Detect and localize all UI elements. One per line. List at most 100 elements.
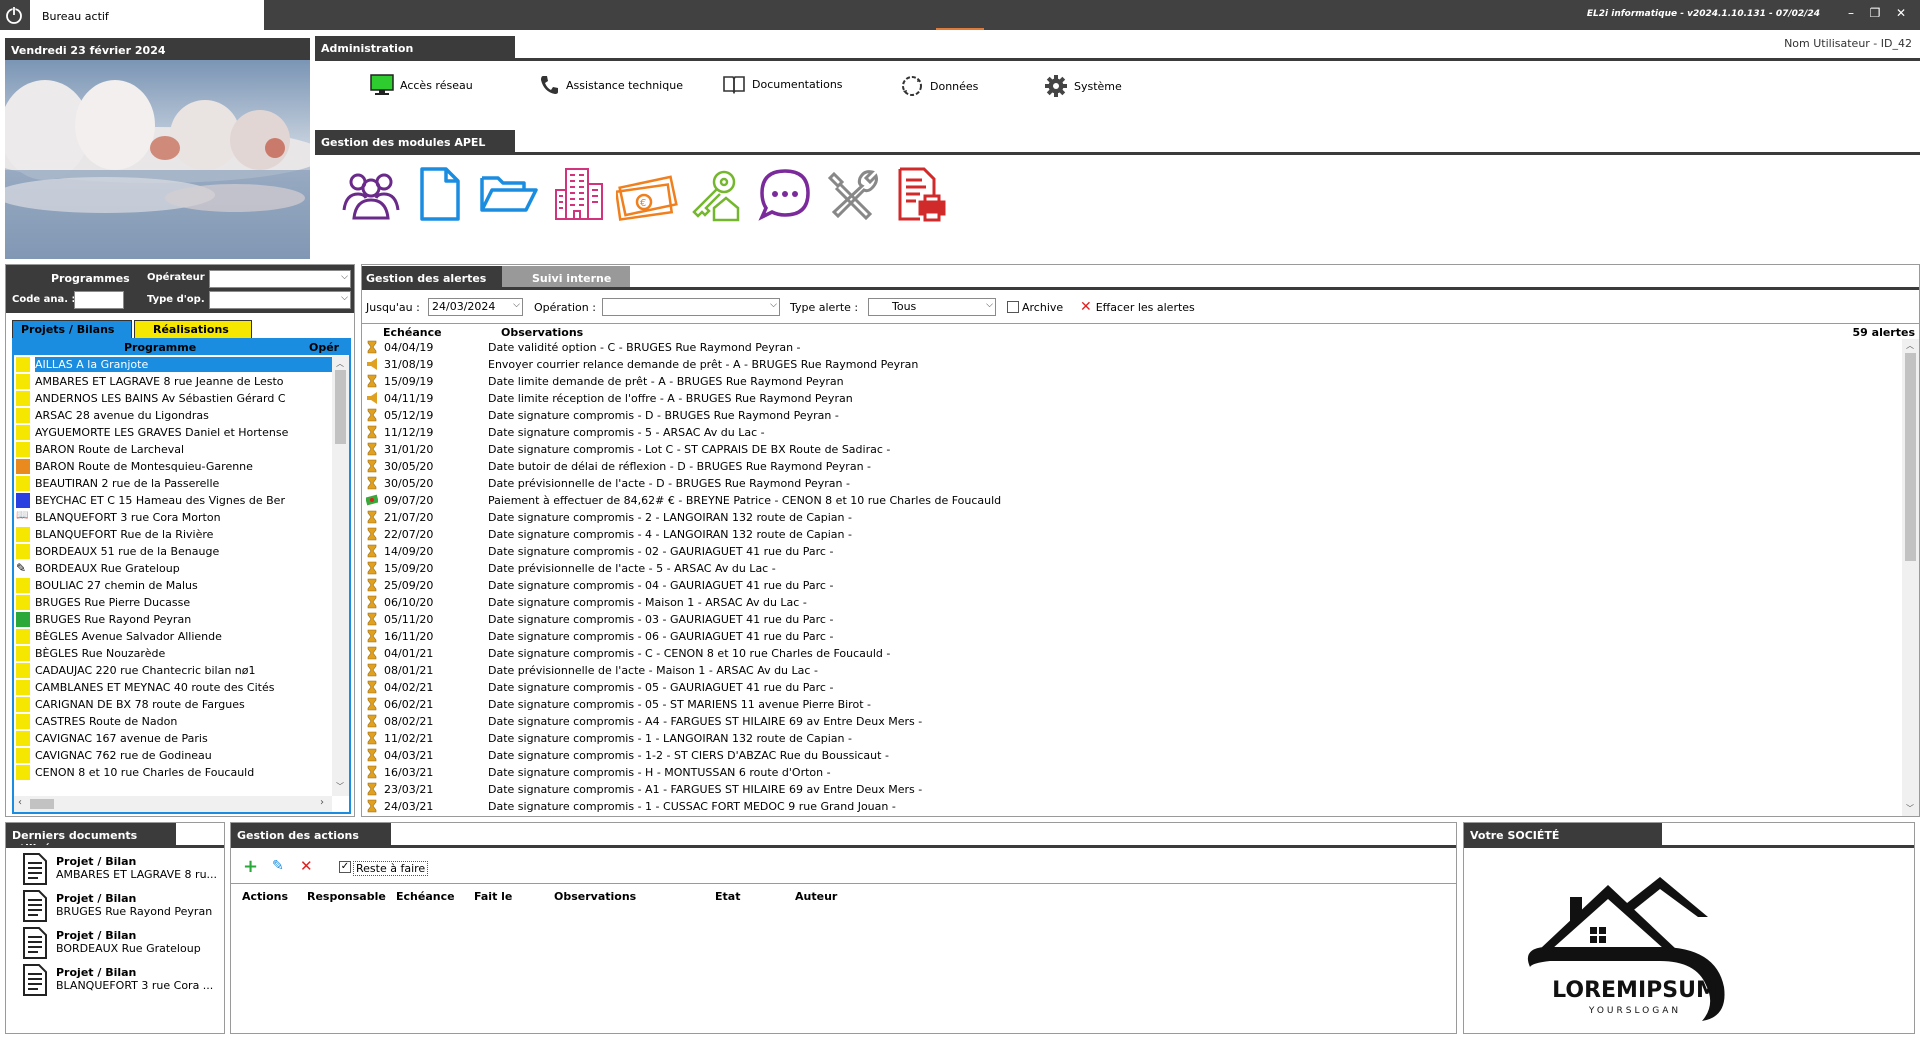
recent-doc-item[interactable]: Projet / Bilan BORDEAUX Rue Grateloup [16, 927, 221, 963]
alert-row[interactable]: 16/03/21 Date signature compromis - H - M… [362, 764, 1902, 781]
programme-row[interactable]: CAVIGNAC 762 rue de Godineau [14, 747, 332, 764]
alert-row[interactable]: 08/02/21 Date signature compromis - A4 - … [362, 713, 1902, 730]
admin-donnees[interactable]: Données [900, 74, 978, 98]
close-button[interactable]: ✕ [1892, 6, 1910, 24]
tab-realisations[interactable]: Réalisations [134, 320, 252, 338]
alerts-vscroll[interactable]: ︿ ﹀ [1902, 339, 1919, 816]
alert-row[interactable]: 08/01/21 Date prévisionnelle de l'acte - … [362, 662, 1902, 679]
programme-row[interactable]: BEAUTIRAN 2 rue de la Passerelle [14, 475, 332, 492]
jusquau-date-input[interactable]: 24/03/2024 ⌵ [428, 298, 523, 316]
alert-row[interactable]: 04/02/21 Date signature compromis - 05 - … [362, 679, 1902, 696]
programmes-hscroll[interactable]: ‹ › [14, 796, 332, 812]
document-icon[interactable] [408, 166, 470, 222]
programme-row[interactable]: BÈGLES Rue Nouzarède [14, 645, 332, 662]
restore-button[interactable]: ❐ [1866, 6, 1884, 24]
alert-row[interactable]: 04/11/19 Date limite réception de l'offre… [362, 390, 1902, 407]
alert-row[interactable]: 05/11/20 Date signature compromis - 03 - … [362, 611, 1902, 628]
programme-row[interactable]: BLANQUEFORT Rue de la Rivière [14, 526, 332, 543]
programme-row[interactable]: BARON Route de Montesquieu-Garenne [14, 458, 332, 475]
code-ana-input[interactable] [74, 291, 124, 309]
scroll-thumb[interactable] [1905, 353, 1916, 561]
alert-row[interactable]: 06/02/21 Date signature compromis - 05 - … [362, 696, 1902, 713]
alert-row[interactable]: 05/12/19 Date signature compromis - D - B… [362, 407, 1902, 424]
alert-row[interactable]: 24/03/21 Date signature compromis - 1 - C… [362, 798, 1902, 815]
programme-row[interactable]: CAMBLANES ET MEYNAC 40 route des Cités [14, 679, 332, 696]
programme-row[interactable]: ARSAC 28 avenue du Ligondras [14, 407, 332, 424]
programme-row[interactable]: BOULIAC 27 chemin de Malus [14, 577, 332, 594]
admin-assistance[interactable]: Assistance technique [538, 74, 683, 96]
alert-row[interactable]: 14/09/20 Date signature compromis - 02 - … [362, 543, 1902, 560]
alert-row[interactable]: 15/09/20 Date prévisionnelle de l'acte - … [362, 560, 1902, 577]
programme-row[interactable]: BRUGES Rue Rayond Peyran [14, 611, 332, 628]
admin-acces-reseau[interactable]: Accès réseau [370, 74, 473, 96]
programmes-vscroll[interactable]: ︿ ﹀ [332, 356, 349, 796]
chat-icon[interactable] [754, 166, 816, 222]
recent-doc-item[interactable]: Projet / Bilan BLANQUEFORT 3 rue Cora ... [16, 964, 221, 1000]
alert-row[interactable]: 15/09/19 Date limite demande de prêt - A … [362, 373, 1902, 390]
alert-row[interactable]: 11/02/21 Date signature compromis - 1 - L… [362, 730, 1902, 747]
programme-row[interactable]: AMBARES ET LAGRAVE 8 rue Jeanne de Lesto [14, 373, 332, 390]
programme-row[interactable]: AYGUEMORTE LES GRAVES Daniel et Hortense [14, 424, 332, 441]
alert-row[interactable]: 31/01/20 Date signature compromis - Lot C… [362, 441, 1902, 458]
alert-row[interactable]: 04/03/21 Date signature compromis - 1-2 -… [362, 747, 1902, 764]
alert-row[interactable]: 06/10/20 Date signature compromis - Maiso… [362, 594, 1902, 611]
programme-row[interactable]: ANDERNOS LES BAINS Av Sébastien Gérard C [14, 390, 332, 407]
power-button[interactable] [0, 0, 28, 30]
alert-row[interactable]: 30/05/20 Date butoir de délai de réflexio… [362, 458, 1902, 475]
programme-row[interactable]: CARIGNAN DE BX 78 route de Fargues [14, 696, 332, 713]
user-name: Nom Utilisateur - ID_42 [1784, 37, 1912, 50]
edit-action-button[interactable]: ✎ [272, 858, 284, 874]
alert-row[interactable]: 23/03/21 Date signature compromis - A1 - … [362, 781, 1902, 798]
tab-suivi-interne[interactable]: Suivi interne [502, 266, 630, 288]
delete-action-button[interactable]: ✕ [300, 857, 313, 875]
building-icon[interactable] [548, 166, 610, 222]
pdf-print-icon[interactable] [890, 166, 952, 222]
operateur-select[interactable]: ⌵ [209, 270, 351, 288]
admin-systeme[interactable]: Système [1044, 74, 1122, 98]
clear-alerts-button[interactable]: ✕ Effacer les alertes [1080, 299, 1195, 315]
alert-row[interactable]: 11/12/19 Date signature compromis - 5 - A… [362, 424, 1902, 441]
alert-row[interactable]: 04/04/19 Date validité option - C - BRUGE… [362, 339, 1902, 356]
scroll-thumb[interactable] [335, 370, 346, 444]
programme-row[interactable]: CADAUJAC 220 rue Chantecric bilan nø1 [14, 662, 332, 679]
programme-row[interactable]: CENON 8 et 10 rue Charles de Foucauld [14, 764, 332, 781]
alert-row[interactable]: 16/11/20 Date signature compromis - 06 - … [362, 628, 1902, 645]
alert-row[interactable]: 09/07/20 Paiement à effectuer de 84,62# €… [362, 492, 1902, 509]
alert-row[interactable]: 04/01/21 Date signature compromis - C - C… [362, 645, 1902, 662]
type-op-select[interactable]: ⌵ [209, 291, 351, 309]
alert-row[interactable]: 21/07/20 Date signature compromis - 2 - L… [362, 509, 1902, 526]
recent-doc-item[interactable]: Projet / Bilan BRUGES Rue Rayond Peyran [16, 890, 221, 926]
users-icon[interactable] [340, 166, 402, 222]
programme-row[interactable]: BARON Route de Larcheval [14, 441, 332, 458]
tab-bureau-actif[interactable]: Bureau actif [30, 0, 264, 30]
reste-a-faire-checkbox[interactable]: ✓ [339, 861, 351, 873]
folder-icon[interactable] [478, 166, 540, 222]
programme-row[interactable]: CASTRES Route de Nadon [14, 713, 332, 730]
money-icon[interactable]: € [614, 166, 678, 222]
type-alerte-select[interactable]: Tous ⌵ [868, 298, 996, 316]
alert-row[interactable]: 25/09/20 Date signature compromis - 04 - … [362, 577, 1902, 594]
add-action-button[interactable]: + [243, 856, 258, 877]
key-house-icon[interactable] [684, 166, 746, 222]
admin-documentations[interactable]: Documentations [722, 74, 843, 94]
archive-checkbox[interactable] [1007, 301, 1019, 313]
tab-projets-bilans[interactable]: Projets / Bilans [12, 320, 132, 338]
alert-row[interactable]: 30/05/20 Date prévisionnelle de l'acte - … [362, 475, 1902, 492]
programme-row[interactable]: BEYCHAC ET C 15 Hameau des Vignes de Ber [14, 492, 332, 509]
hscroll-thumb[interactable] [30, 799, 54, 809]
programme-row[interactable]: BRUGES Rue Pierre Ducasse [14, 594, 332, 611]
recent-doc-item[interactable]: Projet / Bilan AMBARES ET LAGRAVE 8 ru... [16, 853, 221, 889]
minimize-button[interactable]: – [1842, 6, 1860, 24]
alert-row[interactable]: 22/07/20 Date signature compromis - 4 - L… [362, 526, 1902, 543]
programme-row[interactable]: BORDEAUX 51 rue de la Benauge [14, 543, 332, 560]
alert-date: 05/11/20 [384, 613, 434, 626]
programme-row[interactable]: BÈGLES Avenue Salvador Alliende [14, 628, 332, 645]
programme-row[interactable]: 📖 BLANQUEFORT 3 rue Cora Morton [14, 509, 332, 526]
tools-icon[interactable] [822, 166, 884, 222]
programme-row[interactable]: ✎ BORDEAUX Rue Grateloup [14, 560, 332, 577]
operation-select[interactable]: ⌵ [602, 298, 780, 316]
programme-row[interactable]: AILLAS A la Granjote [14, 356, 332, 373]
tab-gestion-alertes[interactable]: Gestion des alertes [362, 266, 502, 288]
programme-row[interactable]: CAVIGNAC 167 avenue de Paris [14, 730, 332, 747]
alert-row[interactable]: 31/08/19 Envoyer courrier relance demande… [362, 356, 1902, 373]
